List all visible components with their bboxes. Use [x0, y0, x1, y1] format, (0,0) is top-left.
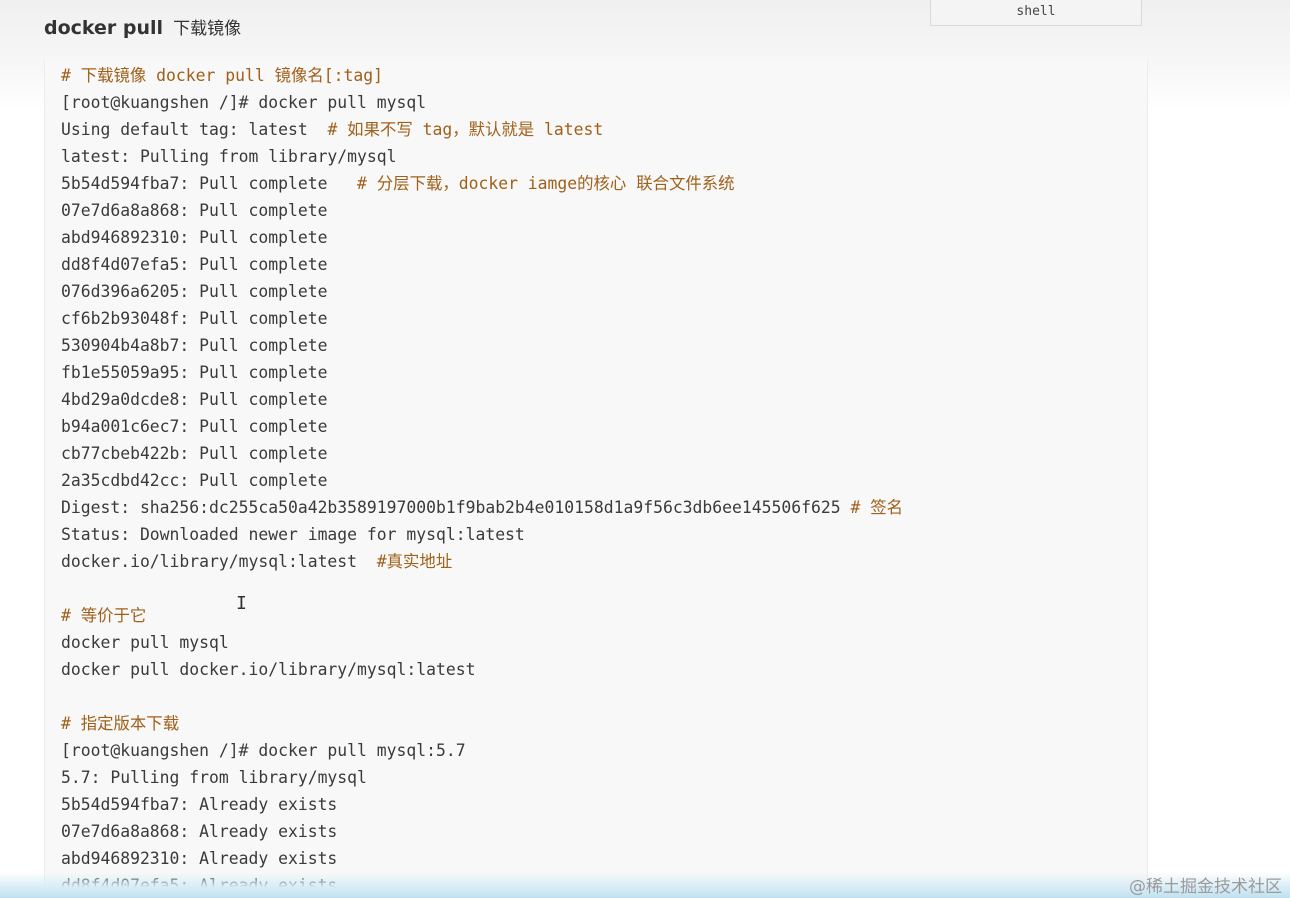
code-line: b94a001c6ec7: Pull complete [61, 413, 1137, 440]
code-line: # 等价于它 [61, 602, 1137, 629]
code-line: [root@kuangshen /]# docker pull mysql:5.… [61, 737, 1137, 764]
code-language-tab[interactable]: shell [930, 0, 1142, 26]
code-text: Status: Downloaded newer image for mysql… [61, 525, 525, 544]
code-line: docker.io/library/mysql:latest #真实地址 [61, 548, 1137, 575]
code-line: dd8f4d07efa5: Pull complete [61, 251, 1137, 278]
code-comment: # 分层下载，docker iamge的核心 联合文件系统 [357, 174, 735, 193]
code-line: 076d396a6205: Pull complete [61, 278, 1137, 305]
code-text: 5.7: Pulling from library/mysql [61, 768, 367, 787]
code-text: 5b54d594fba7: Already exists [61, 795, 338, 814]
code-text: [root@kuangshen /]# docker pull mysql:5.… [61, 741, 466, 760]
code-text: docker pull docker.io/library/mysql:late… [61, 660, 476, 679]
code-line: 5b54d594fba7: Pull complete # 分层下载，docke… [61, 170, 1137, 197]
code-text: 07e7d6a8a868: Pull complete [61, 201, 328, 220]
code-text: latest: Pulling from library/mysql [61, 147, 397, 166]
code-text: abd946892310: Already exists [61, 849, 338, 868]
code-body[interactable]: # 下载镜像 docker pull 镜像名[:tag] [root@kuangs… [61, 62, 1137, 898]
code-line: abd946892310: Already exists [61, 845, 1137, 872]
code-text: docker pull mysql [61, 633, 229, 652]
code-line: docker pull docker.io/library/mysql:late… [61, 656, 1137, 683]
code-text: dd8f4d07efa5: Pull complete [61, 255, 328, 274]
code-line: # 下载镜像 docker pull 镜像名[:tag] [61, 62, 1137, 89]
code-text: [root@kuangshen /]# docker pull mysql [61, 93, 427, 112]
code-line: 530904b4a8b7: Pull complete [61, 332, 1137, 359]
code-comment: #真实地址 [376, 552, 453, 571]
code-text: 07e7d6a8a868: Already exists [61, 822, 338, 841]
code-line: 07e7d6a8a868: Already exists [61, 818, 1137, 845]
code-line: 4bd29a0dcde8: Pull complete [61, 386, 1137, 413]
code-line: 5.7: Pulling from library/mysql [61, 764, 1137, 791]
code-comment: # 签名 [850, 498, 903, 517]
code-line: Status: Downloaded newer image for mysql… [61, 521, 1137, 548]
code-line: [root@kuangshen /]# docker pull mysql [61, 89, 1137, 116]
code-line: # 指定版本下载 [61, 710, 1137, 737]
code-block[interactable]: # 下载镜像 docker pull 镜像名[:tag] [root@kuangs… [44, 60, 1148, 898]
code-text: cf6b2b93048f: Pull complete [61, 309, 328, 328]
code-text: 076d396a6205: Pull complete [61, 282, 328, 301]
section-heading: docker pull 下载镜像 [44, 14, 241, 40]
code-line: latest: Pulling from library/mysql [61, 143, 1137, 170]
code-text: 4bd29a0dcde8: Pull complete [61, 390, 328, 409]
code-line: 2a35cdbd42cc: Pull complete [61, 467, 1137, 494]
code-text: 5b54d594fba7: Pull complete [61, 174, 358, 193]
heading-description: 下载镜像 [173, 19, 242, 39]
code-line: 5b54d594fba7: Already exists [61, 791, 1137, 818]
code-text: b94a001c6ec7: Pull complete [61, 417, 328, 436]
code-comment: # 指定版本下载 [61, 714, 180, 733]
heading-command: docker pull [44, 17, 164, 39]
code-text: 530904b4a8b7: Pull complete [61, 336, 328, 355]
code-text: docker.io/library/mysql:latest [61, 552, 377, 571]
code-text: cb77cbeb422b: Pull complete [61, 444, 328, 463]
code-line: abd946892310: Pull complete [61, 224, 1137, 251]
code-comment: # 下载镜像 docker pull 镜像名[:tag] [61, 66, 383, 85]
code-text: abd946892310: Pull complete [61, 228, 328, 247]
text-cursor-icon: I [236, 593, 247, 614]
code-text: fb1e55059a95: Pull complete [61, 363, 328, 382]
code-text: Digest: sha256:dc255ca50a42b3589197000b1… [61, 498, 851, 517]
code-line: cf6b2b93048f: Pull complete [61, 305, 1137, 332]
bottom-wave-decoration [0, 872, 1290, 898]
code-line: cb77cbeb422b: Pull complete [61, 440, 1137, 467]
code-line: 07e7d6a8a868: Pull complete [61, 197, 1137, 224]
code-comment: # 等价于它 [61, 606, 147, 625]
code-text: 2a35cdbd42cc: Pull complete [61, 471, 328, 490]
code-line: docker pull mysql [61, 629, 1137, 656]
code-line: Using default tag: latest # 如果不写 tag，默认就… [61, 116, 1137, 143]
code-line: fb1e55059a95: Pull complete [61, 359, 1137, 386]
watermark: @稀土掘金技术社区 [1129, 877, 1282, 897]
code-comment: # 如果不写 tag，默认就是 latest [327, 120, 604, 139]
code-line: Digest: sha256:dc255ca50a42b3589197000b1… [61, 494, 1137, 521]
code-text: Using default tag: latest [61, 120, 328, 139]
